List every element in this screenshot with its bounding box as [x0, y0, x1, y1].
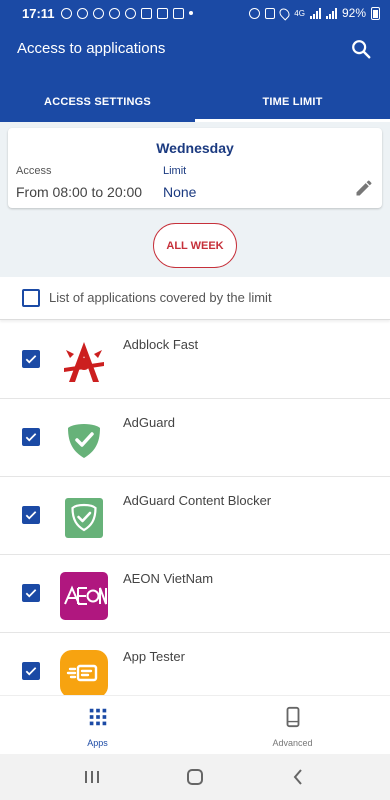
- status-time: 17:11: [22, 5, 55, 21]
- network-type: 4G: [294, 8, 305, 18]
- app-notification-icon: [156, 7, 168, 19]
- nav-label: Advanced: [272, 738, 313, 748]
- location-icon: [277, 5, 292, 21]
- app-checkbox[interactable]: [22, 662, 40, 680]
- adblock-fast-icon: [64, 342, 104, 382]
- day-title: Wednesday: [156, 140, 234, 156]
- app-notification-icon: [124, 7, 136, 19]
- tab-time-limit[interactable]: TIME LIMIT: [195, 82, 390, 122]
- back-button[interactable]: [273, 762, 323, 792]
- covered-list-checkbox[interactable]: [22, 289, 40, 307]
- mute-icon: [265, 7, 276, 19]
- app-checkbox[interactable]: [22, 506, 40, 524]
- check-icon: [25, 355, 37, 364]
- play-icon: [140, 7, 152, 19]
- pencil-icon[interactable]: [354, 178, 374, 198]
- list-item[interactable]: AdGuard Content Blocker: [0, 477, 390, 555]
- nav-advanced[interactable]: Advanced: [195, 696, 390, 754]
- alarm-icon: [249, 7, 261, 19]
- day-panel: Wednesday Access From 08:00 to 20:00 Lim…: [0, 122, 390, 277]
- list-item[interactable]: App Tester: [0, 633, 390, 695]
- phone-icon: [286, 706, 299, 728]
- check-icon: [25, 433, 37, 442]
- app-name: App Tester: [123, 649, 185, 664]
- app-bar: Access to applications ACCESS SETTINGS T…: [0, 26, 390, 122]
- access-label: Access: [16, 165, 52, 177]
- bottom-nav: Apps Advanced: [0, 695, 390, 754]
- covered-list-header: List of applications covered by the limi…: [0, 277, 390, 320]
- home-icon: [186, 769, 203, 785]
- aeon-icon: [60, 572, 108, 620]
- nav-label: Apps: [87, 738, 108, 748]
- list-item[interactable]: AdGuard: [0, 399, 390, 477]
- system-nav-bar: [0, 754, 390, 800]
- nav-apps[interactable]: Apps: [0, 696, 195, 754]
- covered-list-label: List of applications covered by the limi…: [49, 290, 272, 305]
- tab-bar: ACCESS SETTINGS TIME LIMIT: [0, 82, 390, 122]
- all-week-button[interactable]: ALL WEEK: [153, 223, 237, 268]
- tab-label: TIME LIMIT: [262, 96, 323, 108]
- app-name: AEON VietNam: [123, 571, 214, 586]
- all-week-label: ALL WEEK: [166, 239, 224, 252]
- limit-label: Limit: [163, 165, 187, 177]
- app-tester-icon: [60, 650, 108, 695]
- app-checkbox[interactable]: [22, 350, 40, 368]
- search-icon[interactable]: [350, 38, 372, 60]
- grid-icon: [89, 708, 106, 726]
- list-item[interactable]: Adblock Fast: [0, 321, 390, 399]
- dot-icon: [188, 11, 193, 15]
- page-title: Access to applications: [17, 40, 166, 57]
- check-icon: [25, 589, 37, 598]
- zalo-icon: [172, 7, 184, 19]
- status-bar: 17:11 4G 92%: [0, 0, 390, 26]
- day-card: Wednesday Access From 08:00 to 20:00 Lim…: [8, 128, 382, 208]
- app-notification-icon: [108, 7, 120, 19]
- check-icon: [25, 511, 37, 520]
- limit-value: None: [163, 184, 197, 200]
- notification-icons: [60, 7, 193, 19]
- app-name: AdGuard: [123, 415, 176, 430]
- signal-icon: [325, 7, 337, 19]
- access-value: From 08:00 to 20:00: [16, 184, 143, 200]
- adguard-content-blocker-icon: [65, 498, 103, 538]
- app-name: AdGuard Content Blocker: [123, 493, 272, 508]
- app-name: Adblock Fast: [123, 337, 199, 352]
- app-list: Adblock Fast AdGuard AdGuard Content Blo…: [0, 321, 390, 695]
- home-button[interactable]: [170, 762, 220, 792]
- adguard-icon: [68, 424, 100, 458]
- tab-label: ACCESS SETTINGS: [44, 96, 151, 108]
- list-item[interactable]: AEON VietNam: [0, 555, 390, 633]
- cast-icon: [92, 7, 104, 19]
- app-checkbox[interactable]: [22, 584, 40, 602]
- check-icon: [25, 667, 37, 676]
- battery-icon: [371, 6, 380, 20]
- whatsapp-icon: [60, 7, 72, 19]
- recents-button[interactable]: [67, 762, 117, 792]
- recents-icon: [84, 771, 99, 783]
- app-checkbox[interactable]: [22, 428, 40, 446]
- tab-access-settings[interactable]: ACCESS SETTINGS: [0, 82, 195, 122]
- back-icon: [293, 769, 303, 785]
- cast-icon: [76, 7, 88, 19]
- signal-icon: [309, 7, 321, 19]
- battery-percent: 92%: [341, 6, 366, 20]
